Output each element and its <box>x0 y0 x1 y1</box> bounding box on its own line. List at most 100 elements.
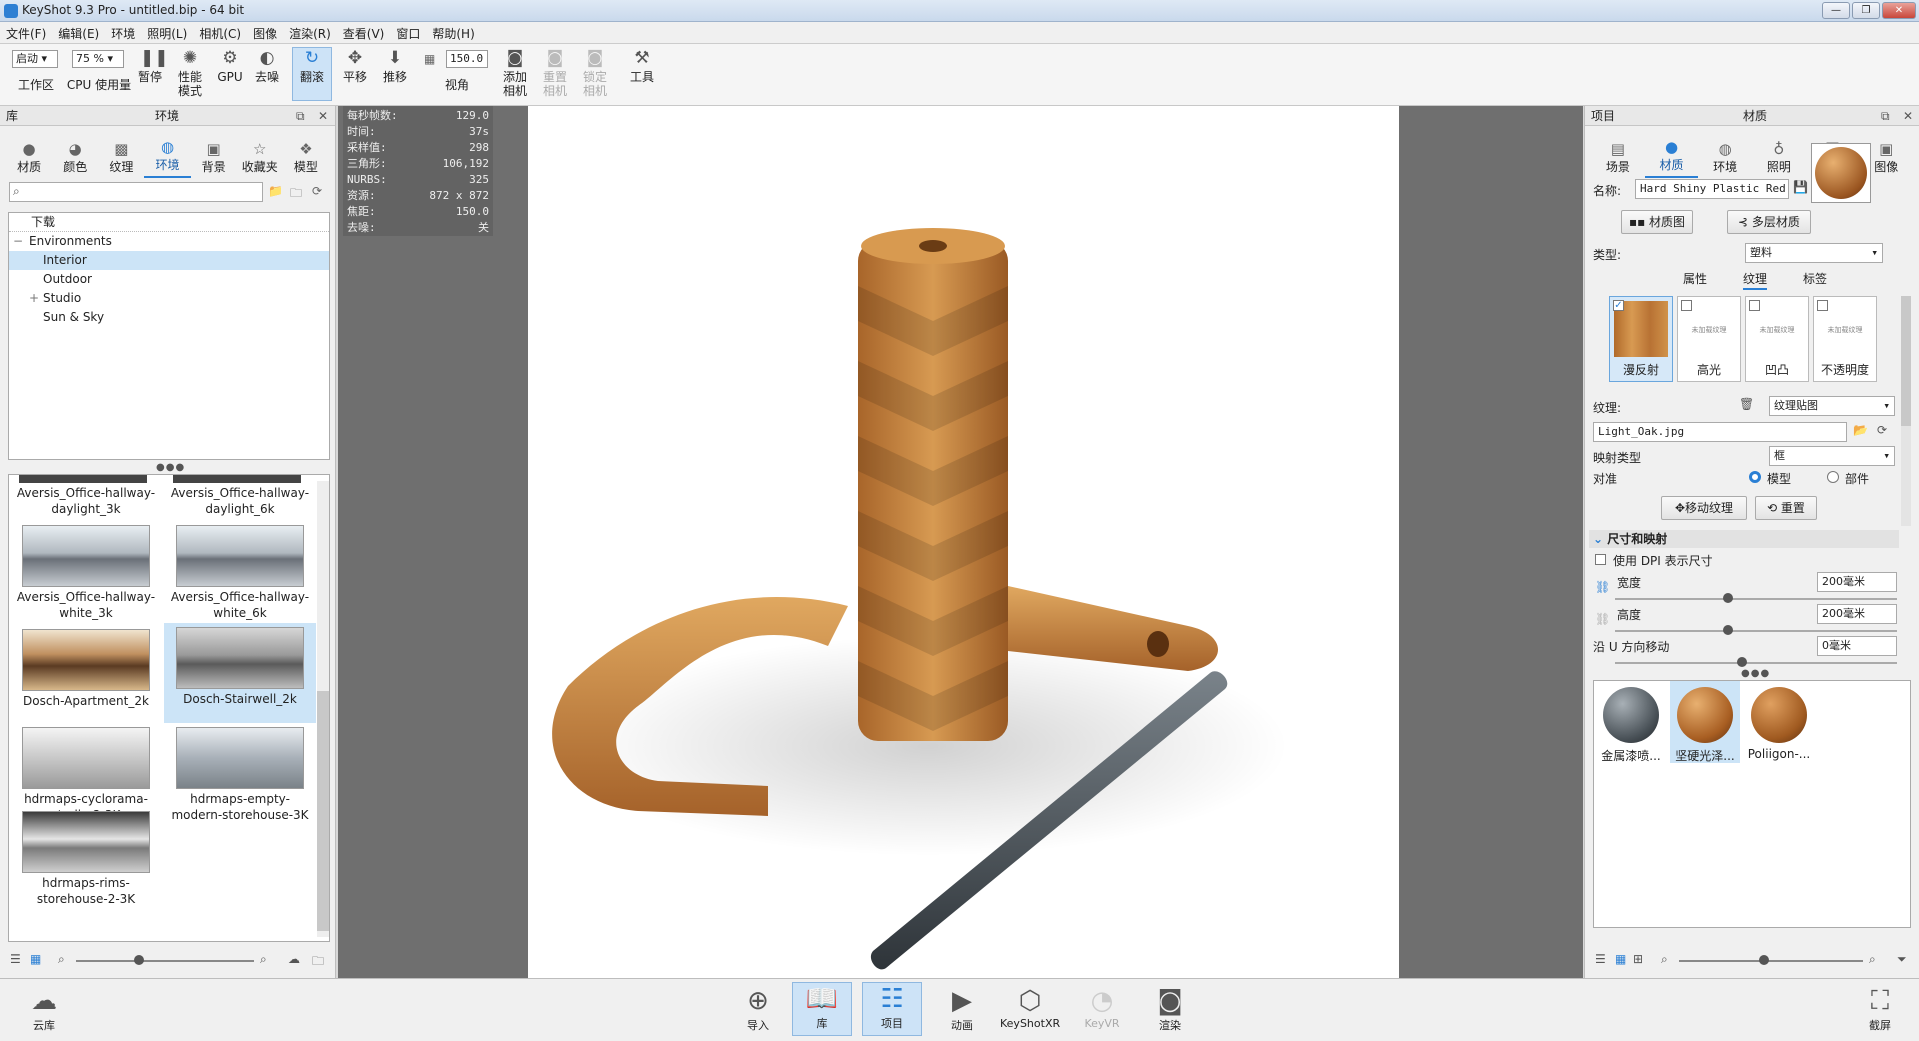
close-button[interactable]: ✕ <box>1882 2 1916 19</box>
tools-button[interactable]: ⚒ 工具 <box>622 48 662 84</box>
width-slider-knob[interactable] <box>1723 593 1733 603</box>
dpi-checkbox[interactable] <box>1595 554 1606 565</box>
specular-checkbox[interactable] <box>1681 300 1692 311</box>
menu-window[interactable]: 窗口 <box>390 22 426 45</box>
size-mapping-section[interactable]: ⌄ 尺寸和映射 <box>1589 530 1899 548</box>
tumble-button[interactable]: ↻ 翻滚 <box>292 47 332 101</box>
close-panel-icon[interactable]: ✕ <box>1903 106 1913 126</box>
workspace-select[interactable]: 启动 ▾ <box>12 50 58 68</box>
reset-camera-button[interactable]: ◙ 重置 相机 <box>538 48 572 98</box>
gpu-button[interactable]: ⚙ GPU <box>214 48 246 84</box>
reload-icon[interactable]: ⟳ <box>1877 423 1887 437</box>
reset-texture-button[interactable]: ⟲ 重置 <box>1755 496 1817 520</box>
add-folder-icon[interactable]: 🗀 <box>290 184 302 205</box>
save-material-icon[interactable]: 💾 <box>1793 180 1808 194</box>
close-panel-icon[interactable]: ✕ <box>318 106 328 126</box>
minimize-button[interactable]: — <box>1822 2 1850 19</box>
u-offset-input[interactable]: 0毫米 <box>1817 636 1897 656</box>
multi-material-button[interactable]: ⊰ 多层材质 <box>1727 210 1811 234</box>
keyshotxr-button[interactable]: ⬡ KeyShotXR <box>1000 985 1060 1030</box>
cloud-library-button[interactable]: ☁ 云库 <box>14 985 74 1033</box>
thumbs-scrollbar[interactable] <box>317 481 329 937</box>
maximize-button[interactable]: ❐ <box>1852 2 1880 19</box>
splitter-handle[interactable]: ●●● <box>156 462 185 473</box>
align-model-radio[interactable] <box>1749 471 1761 483</box>
mapping-type-select[interactable]: 框 ▾ <box>1769 446 1895 466</box>
animation-button[interactable]: ▶ 动画 <box>932 985 992 1033</box>
thumb-aversis-white-6k[interactable]: Aversis_Office-hallway- white_6k <box>164 525 316 621</box>
tab-materials[interactable]: ● 材质 <box>6 142 52 178</box>
u-offset-slider[interactable] <box>1615 662 1897 664</box>
thumb-hdrmaps-cyclorama[interactable]: hdrmaps-cyclorama- studio-2-3K <box>10 727 162 823</box>
library-search-input[interactable] <box>9 182 263 202</box>
tab-colors[interactable]: ◕ 颜色 <box>52 142 98 178</box>
tab-textures[interactable]: ▩ 纹理 <box>98 142 144 178</box>
menu-view[interactable]: 查看(V) <box>337 22 391 45</box>
texture-slot-specular[interactable]: 未加载纹理 高光 <box>1677 296 1741 382</box>
swatch-metallic-paint[interactable]: 金属漆喷... <box>1596 685 1666 763</box>
thumb-hdrmaps-empty-storehouse[interactable]: hdrmaps-empty- modern-storehouse-3K <box>164 727 316 823</box>
thumb-dosch-apartment[interactable]: Dosch-Apartment_2k <box>10 627 162 725</box>
subtab-properties[interactable]: 属性 <box>1683 270 1707 290</box>
filter-icon[interactable]: ⏷ <box>1897 952 1907 967</box>
menu-edit[interactable]: 编辑(E) <box>52 22 105 45</box>
tab-environments[interactable]: ◍ 环境 <box>144 140 191 178</box>
tab-lighting[interactable]: ♁ 照明 <box>1752 142 1806 178</box>
thumb-aversis-daylight-3k[interactable]: Aversis_Office-hallway- daylight_3k <box>10 485 162 517</box>
float-panel-icon[interactable]: ⧉ <box>296 106 305 126</box>
texture-slot-diffuse[interactable]: ✓ 漫反射 <box>1609 296 1673 382</box>
tab-scene[interactable]: ▤ 场景 <box>1591 142 1645 178</box>
subtab-textures[interactable]: 纹理 <box>1742 270 1767 290</box>
tree-item-studio[interactable]: + Studio <box>9 289 329 308</box>
texture-type-select[interactable]: 纹理贴图 ▾ <box>1769 396 1895 416</box>
tab-material[interactable]: ● 材质 <box>1644 140 1699 178</box>
thumbnail-size-knob[interactable] <box>134 955 144 965</box>
project-button[interactable]: ☷ 项目 <box>862 982 922 1036</box>
swatch-hard-shiny[interactable]: 坚硬光泽... <box>1670 681 1740 763</box>
menu-image[interactable]: 图像 <box>247 22 283 45</box>
bump-checkbox[interactable] <box>1749 300 1760 311</box>
tab-backplates[interactable]: ▣ 背景 <box>191 142 237 178</box>
thumb-dosch-stairwell[interactable]: Dosch-Stairwell_2k <box>164 623 316 723</box>
add-camera-button[interactable]: ◙ 添加 相机 <box>498 48 532 98</box>
keyvr-button[interactable]: ◔ KeyVR <box>1072 985 1132 1030</box>
render-button[interactable]: ◙ 渲染 <box>1140 985 1200 1033</box>
splitter-handle[interactable]: ●●● <box>1741 668 1770 679</box>
tab-environment[interactable]: ◍ 环境 <box>1698 142 1752 178</box>
grid-view-icon[interactable]: ▦ <box>1615 952 1626 966</box>
height-slider-knob[interactable] <box>1723 625 1733 635</box>
tab-models[interactable]: ❖ 模型 <box>283 142 329 178</box>
material-type-select[interactable]: 塑料 ▾ <box>1745 243 1883 263</box>
zoom-out-icon[interactable]: ⌕ <box>1661 952 1668 967</box>
tree-item-sun-sky[interactable]: Sun & Sky <box>9 308 329 327</box>
scrollbar-thumb[interactable] <box>1901 296 1911 426</box>
screenshot-button[interactable]: ⛶ 截屏 <box>1850 985 1910 1033</box>
align-part-radio[interactable] <box>1827 471 1839 483</box>
performance-mode-button[interactable]: ✺ 性能 模式 <box>172 48 208 98</box>
u-offset-slider-knob[interactable] <box>1737 657 1747 667</box>
unlink-icon[interactable]: ⛓ <box>1595 612 1610 626</box>
material-name-input[interactable]: Hard Shiny Plastic Red #5 <box>1635 179 1789 199</box>
zoom-in-icon[interactable]: ⌕ <box>1869 952 1876 967</box>
cpu-usage-select[interactable]: 75 % ▾ <box>72 50 124 68</box>
menu-render[interactable]: 渲染(R) <box>283 22 337 45</box>
list-view-icon[interactable]: ☰ <box>1595 952 1606 966</box>
grid-view-icon[interactable]: ▦ <box>30 952 41 966</box>
texture-slot-opacity[interactable]: 未加载纹理 不透明度 <box>1813 296 1877 382</box>
menu-file[interactable]: 文件(F) <box>0 22 52 45</box>
thumb-hdrmaps-rims-storehouse[interactable]: hdrmaps-rims- storehouse-2-3K <box>10 811 162 907</box>
list-view-icon[interactable]: ☰ <box>10 952 21 966</box>
move-texture-button[interactable]: ✥移动纹理 <box>1661 496 1747 520</box>
scrollbar-thumb[interactable] <box>317 691 329 931</box>
refresh-icon[interactable]: ⟳ <box>312 184 322 198</box>
denoise-button[interactable]: ◐ 去噪 <box>250 48 284 84</box>
properties-scrollbar[interactable] <box>1901 296 1911 526</box>
texture-slot-bump[interactable]: 未加载纹理 凹凸 <box>1745 296 1809 382</box>
tree-item-environments[interactable]: − Environments <box>9 232 329 251</box>
import-button[interactable]: ⊕ 导入 <box>728 985 788 1033</box>
upload-cloud-icon[interactable]: ☁ <box>288 952 300 966</box>
menu-lighting[interactable]: 照明(L) <box>141 22 193 45</box>
lock-camera-button[interactable]: ◙ 锁定 相机 <box>578 48 612 98</box>
open-file-icon[interactable]: 📂 <box>1853 423 1868 437</box>
zoom-out-icon[interactable]: ⌕ <box>58 952 65 967</box>
